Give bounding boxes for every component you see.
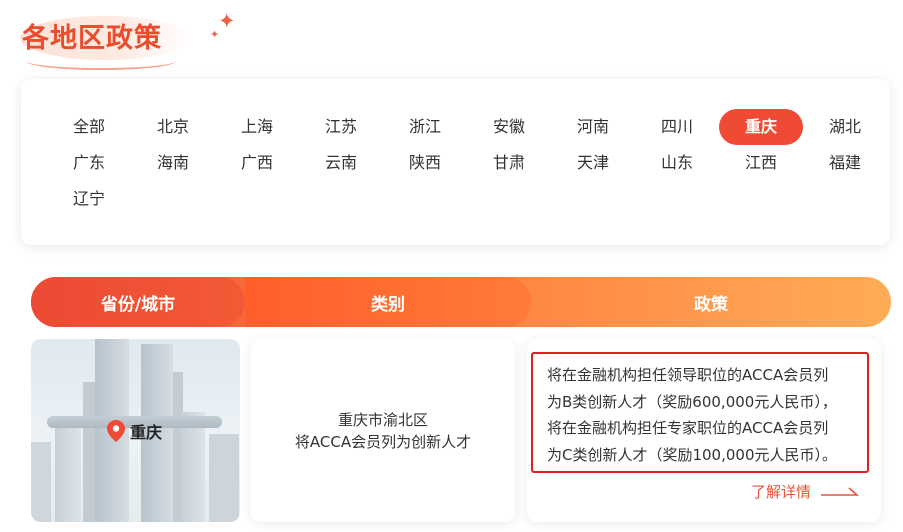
sparkle-icon: ✦ xyxy=(218,9,236,33)
region-filter-item[interactable]: 广西 xyxy=(215,145,299,181)
sparkle-small-icon: ✦ xyxy=(210,28,220,41)
category-card: 重庆市渝北区 将ACCA会员列为创新人才 xyxy=(251,339,515,522)
region-filter-item[interactable]: 上海 xyxy=(215,109,299,145)
category-description: 将ACCA会员列为创新人才 xyxy=(294,432,472,451)
table-header: 政策 类别 省份/城市 xyxy=(31,277,891,327)
learn-more-link[interactable]: 了解详情 xyxy=(751,481,860,502)
city-image-card: 重庆 xyxy=(31,339,240,522)
region-filter-label: 河南 xyxy=(576,117,609,136)
region-filter-label: 山东 xyxy=(660,153,693,172)
skyline-building xyxy=(181,412,205,522)
region-filter-item[interactable]: 辽宁 xyxy=(47,181,131,217)
region-filter-label: 北京 xyxy=(156,117,189,136)
region-filter-item[interactable]: 山东 xyxy=(635,145,719,181)
header-province-city: 省份/城市 xyxy=(31,277,245,327)
region-filter-label: 福建 xyxy=(828,153,861,172)
policy-text-box: 将在金融机构担任领导职位的ACCA会员列 为B类创新人才（奖励600,000元人… xyxy=(531,352,869,473)
region-filter-item[interactable]: 云南 xyxy=(299,145,383,181)
region-filter-item[interactable]: 甘肃 xyxy=(467,145,551,181)
region-filter-label: 全部 xyxy=(72,117,105,136)
skyline-building xyxy=(209,434,239,522)
map-pin-icon xyxy=(107,420,125,442)
region-filter-item[interactable]: 全部 xyxy=(47,109,131,145)
skyline-building xyxy=(31,442,51,522)
region-filter-list: 全部 北京 上海 江苏 浙江 安徽 河南 四川 重庆 湖北广东 海南 广西 云南 陕西 甘肃 天津 山东 江西 福建… xyxy=(47,109,887,217)
region-filter-item[interactable]: 福建 xyxy=(803,145,887,181)
region-filter-item[interactable]: 江西 xyxy=(719,145,803,181)
region-filter-label: 广东 xyxy=(72,153,105,172)
region-filter-label: 辽宁 xyxy=(72,189,105,208)
region-filter-card: 全部 北京 上海 江苏 浙江 安徽 河南 四川 重庆 湖北广东 海南 广西 云南 陕西 甘肃 天津 山东 江西 福建… xyxy=(21,79,890,245)
region-filter-label: 江西 xyxy=(744,153,777,172)
header-category: 类别 xyxy=(245,277,531,327)
region-filter-label: 甘肃 xyxy=(492,153,525,172)
skyline-building xyxy=(55,427,81,522)
arrow-right-icon xyxy=(821,486,860,496)
region-filter-label: 安徽 xyxy=(492,117,525,136)
region-filter-item[interactable]: 河南 xyxy=(551,109,635,145)
region-filter-label: 浙江 xyxy=(408,117,441,136)
region-filter-label: 江苏 xyxy=(324,117,357,136)
region-filter-label: 四川 xyxy=(660,117,693,136)
region-filter-item[interactable]: 陕西 xyxy=(383,145,467,181)
category-location: 重庆市渝北区 xyxy=(337,410,428,429)
region-filter-item[interactable]: 广东 xyxy=(47,145,131,181)
region-filter-label: 陕西 xyxy=(408,153,441,172)
region-filter-item[interactable]: 重庆 xyxy=(719,109,803,145)
region-filter-label: 湖北 xyxy=(828,117,861,136)
region-filter-item[interactable]: 四川 xyxy=(635,109,719,145)
city-name: 重庆 xyxy=(130,423,163,442)
region-filter-item[interactable]: 安徽 xyxy=(467,109,551,145)
region-filter-label: 海南 xyxy=(156,153,189,172)
policy-line: 将在金融机构担任领导职位的ACCA会员列 xyxy=(547,366,829,384)
section-title: 各地区政策 xyxy=(22,23,162,54)
region-filter-label: 上海 xyxy=(240,117,273,136)
policy-line: 将在金融机构担任专家职位的ACCA会员列 xyxy=(547,419,829,437)
header-policy: 政策 xyxy=(694,294,728,315)
region-filter-label: 天津 xyxy=(576,153,609,172)
region-filter-item[interactable]: 北京 xyxy=(131,109,215,145)
region-filter-item[interactable]: 浙江 xyxy=(383,109,467,145)
policy-card: 将在金融机构担任领导职位的ACCA会员列 为B类创新人才（奖励600,000元人… xyxy=(527,339,881,522)
city-label: 重庆 xyxy=(107,419,162,443)
learn-more-label: 了解详情 xyxy=(751,483,812,501)
region-filter-item[interactable]: 江苏 xyxy=(299,109,383,145)
region-filter-label: 重庆 xyxy=(719,109,803,145)
policy-line: 为B类创新人才（奖励600,000元人民币）， xyxy=(547,392,837,411)
region-filter-item[interactable]: 天津 xyxy=(551,145,635,181)
region-filter-label: 广西 xyxy=(240,153,273,172)
policy-line: 为C类创新人才（奖励100,000元人民币）。 xyxy=(547,445,838,464)
region-filter-label: 云南 xyxy=(324,153,357,172)
region-filter-item[interactable]: 海南 xyxy=(131,145,215,181)
region-filter-item[interactable]: 湖北 xyxy=(803,109,887,145)
section-title-wrap: 各地区政策 ✦ ✦ xyxy=(18,10,236,70)
